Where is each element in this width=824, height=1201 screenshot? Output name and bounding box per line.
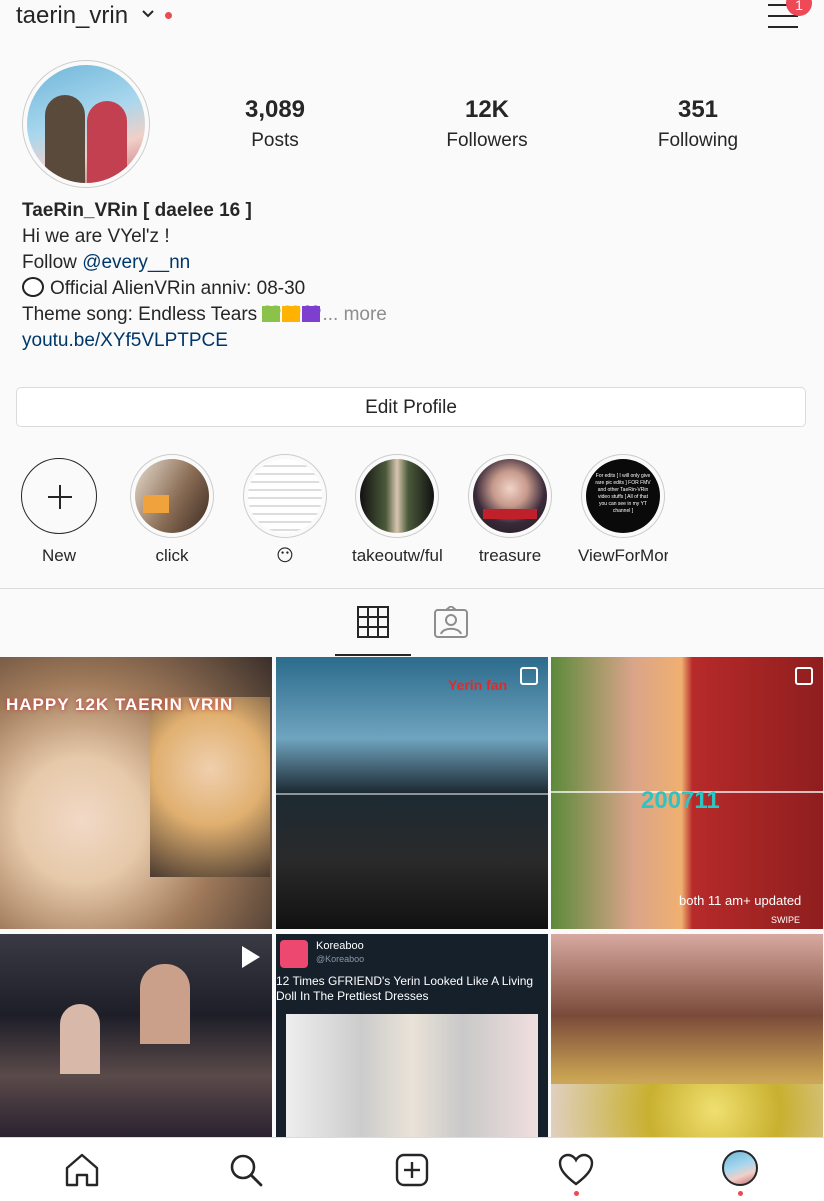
post-overlay-text: HAPPY 12K TAERIN VRIN	[6, 695, 234, 714]
highlight-label: click	[155, 546, 189, 565]
bio-line: Hi we are VYel'z !	[22, 226, 170, 247]
mention-link[interactable]: @every__nn	[82, 252, 190, 273]
bio-follow-prefix: Follow	[22, 252, 83, 273]
highlight-click[interactable]: click	[127, 454, 217, 566]
home-icon[interactable]	[62, 1150, 102, 1190]
highlight-cover	[473, 459, 547, 533]
tab-tagged[interactable]	[430, 600, 470, 640]
bio-anniv: Official AlienVRin anniv: 08-30	[50, 278, 306, 299]
carousel-icon	[520, 667, 538, 685]
posts-count[interactable]: 3,089 Posts	[200, 96, 350, 152]
profile-picture[interactable]	[27, 65, 145, 183]
following-count-label: Following	[657, 130, 739, 151]
bio-more-link[interactable]: ... more	[322, 304, 386, 325]
post-swipe-text: SWIPE	[771, 915, 801, 925]
highlight-label: takeoutw/ful...	[352, 546, 442, 565]
bottom-navigation	[0, 1137, 824, 1201]
post-thumbnail[interactable]	[0, 934, 272, 1137]
bio-follow-line: Follow @every__nn	[22, 250, 387, 276]
post-overlay-text: Yerin fan	[448, 677, 508, 693]
panda-icon	[22, 277, 44, 297]
highlight-treasure[interactable]: treasure	[465, 454, 555, 566]
post-thumbnail[interactable]: HAPPY 12K TAERIN VRIN	[0, 657, 272, 929]
profile-tab-avatar[interactable]	[722, 1150, 758, 1186]
post-date-text: 200711	[641, 787, 720, 814]
highlight-ring	[243, 454, 327, 538]
purple-heart-icon	[302, 306, 321, 322]
posts-count-value: 3,089	[244, 96, 306, 123]
tagged-person-icon	[434, 606, 468, 638]
highlight-cover	[135, 459, 209, 533]
post-headline: 12 Times GFRIEND's Yerin Looked Like A L…	[276, 974, 534, 1003]
highlight-ring	[130, 454, 214, 538]
highlight-ring	[355, 454, 439, 538]
following-count-value: 351	[677, 96, 719, 123]
profile-bio: TaeRin_VRin [ daelee 16 ] Hi we are VYel…	[22, 198, 387, 354]
profile-name: TaeRin_VRin [ daelee 16 ]	[22, 200, 252, 221]
profile-notification-dot	[738, 1191, 743, 1196]
bio-line: Official AlienVRin anniv: 08-30	[22, 276, 387, 302]
highlight-cover: For edits [ I will only give rare pic ed…	[586, 459, 660, 533]
posts-count-label: Posts	[251, 130, 299, 151]
highlight-takeout[interactable]: takeoutw/ful...	[352, 454, 442, 566]
highlight-label: ViewForMor...	[578, 546, 668, 565]
highlight-cover	[248, 459, 322, 533]
bio-line: Theme song: Endless Tears ... more	[22, 302, 387, 328]
post-thumbnail[interactable]: Yerin fan	[276, 657, 548, 929]
top-bar: taerin_vrin 1	[0, 0, 824, 36]
bio-url-link[interactable]: youtu.be/XYf5VLPTPCE	[22, 328, 387, 354]
chevron-down-icon[interactable]	[140, 6, 156, 22]
activity-heart-icon[interactable]	[556, 1150, 596, 1190]
highlight-viewformore[interactable]: For edits [ I will only give rare pic ed…	[578, 454, 668, 566]
post-source-name: Koreaboo	[316, 940, 364, 952]
video-icon	[242, 946, 260, 968]
highlight-ring: For edits [ I will only give rare pic ed…	[581, 454, 665, 538]
carousel-icon	[795, 667, 813, 685]
posts-grid: HAPPY 12K TAERIN VRIN Yerin fan 200711 b…	[0, 657, 824, 1137]
highlight-ring	[468, 454, 552, 538]
green-heart-icon	[262, 306, 281, 322]
followers-count-value: 12K	[464, 96, 510, 123]
section-divider	[0, 588, 824, 589]
post-thumbnail[interactable]: Koreaboo @Koreaboo 12 Times GFRIEND's Ye…	[276, 934, 548, 1137]
followers-count[interactable]: 12K Followers	[412, 96, 562, 152]
highlight-label: treasure	[478, 546, 542, 565]
highlight-label: 😶	[276, 546, 294, 565]
activity-notification-dot	[574, 1191, 579, 1196]
post-thumbnail[interactable]: 200711 both 11 am+ updated SWIPE	[551, 657, 823, 929]
search-icon[interactable]	[226, 1150, 266, 1190]
followers-count-label: Followers	[446, 130, 528, 151]
highlight-cover	[360, 459, 434, 533]
new-highlight-ring	[21, 458, 97, 534]
post-thumbnail[interactable]	[551, 934, 823, 1137]
account-notification-dot	[165, 12, 172, 19]
koreaboo-logo	[280, 940, 308, 968]
tab-posts-grid[interactable]	[335, 600, 411, 656]
post-source-handle: @Koreaboo	[316, 954, 365, 964]
grid-icon	[357, 606, 389, 638]
new-post-icon[interactable]	[392, 1150, 432, 1190]
post-caption-text: both 11 am+ updated	[679, 893, 802, 908]
edit-profile-button[interactable]: Edit Profile	[16, 387, 806, 427]
highlight-new[interactable]: New	[14, 454, 104, 566]
bio-theme-song: Theme song: Endless Tears	[22, 304, 263, 325]
yellow-heart-icon	[282, 306, 301, 322]
highlight-cover-text: For edits [ I will only give rare pic ed…	[595, 473, 651, 514]
highlight-emoji[interactable]: 😶	[240, 454, 330, 566]
following-count[interactable]: 351 Following	[623, 96, 773, 152]
account-username[interactable]: taerin_vrin	[16, 2, 128, 30]
highlight-label: New	[41, 546, 76, 565]
